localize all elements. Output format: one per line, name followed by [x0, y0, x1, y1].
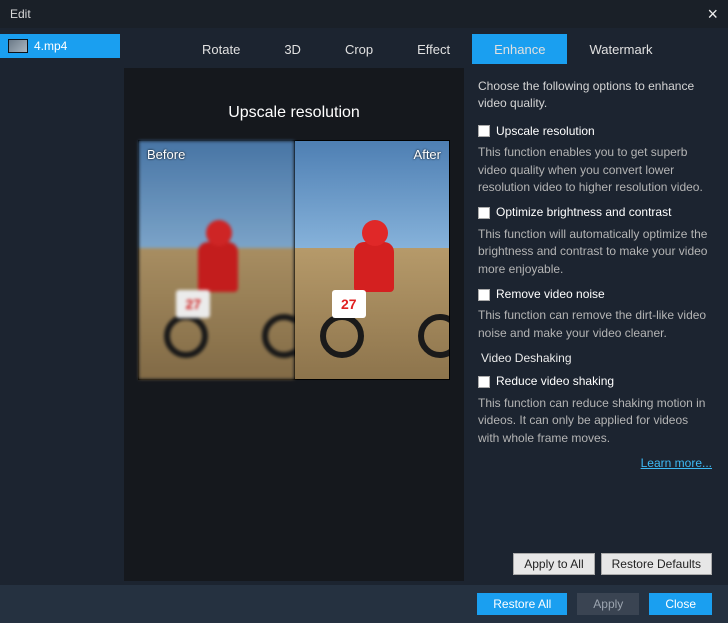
checkbox-icon[interactable]	[478, 207, 490, 219]
close-button[interactable]: Close	[649, 593, 712, 615]
option-label: Remove video noise	[496, 286, 605, 303]
panel-intro: Choose the following options to enhance …	[478, 78, 712, 113]
file-name: 4.mp4	[34, 39, 67, 53]
option-desc: This function can reduce shaking motion …	[478, 395, 712, 447]
workspace: Upscale resolution 27	[120, 64, 728, 585]
tab-crop[interactable]: Crop	[323, 34, 395, 64]
apply-button[interactable]: Apply	[577, 593, 639, 615]
restore-all-button[interactable]: Restore All	[477, 593, 567, 615]
tab-watermark[interactable]: Watermark	[567, 34, 674, 64]
option-desc: This function will automatically optimiz…	[478, 226, 712, 278]
compare-box: 27 27 Before After	[138, 140, 450, 380]
close-icon[interactable]: ×	[707, 5, 718, 23]
option-label: Reduce video shaking	[496, 373, 614, 390]
learn-more-row: Learn more...	[478, 455, 712, 472]
restore-defaults-button[interactable]: Restore Defaults	[601, 553, 712, 575]
tab-3d[interactable]: 3D	[262, 34, 323, 64]
panel-buttons: Apply to All Restore Defaults	[513, 553, 712, 575]
tab-rotate[interactable]: Rotate	[180, 34, 262, 64]
tabs: Rotate 3D Crop Effect Enhance Watermark	[120, 34, 728, 64]
main: Rotate 3D Crop Effect Enhance Watermark …	[120, 28, 728, 585]
before-label: Before	[147, 147, 185, 162]
option-denoise[interactable]: Remove video noise	[478, 286, 712, 303]
checkbox-icon[interactable]	[478, 125, 490, 137]
tab-enhance[interactable]: Enhance	[472, 34, 567, 64]
checkbox-icon[interactable]	[478, 376, 490, 388]
preview-after: 27	[295, 141, 450, 379]
titlebar: Edit ×	[0, 0, 728, 28]
option-brightness[interactable]: Optimize brightness and contrast	[478, 204, 712, 221]
checkbox-icon[interactable]	[478, 289, 490, 301]
file-pill[interactable]: 4.mp4	[0, 34, 120, 58]
deshaking-heading: Video Deshaking	[481, 350, 712, 367]
apply-to-all-button[interactable]: Apply to All	[513, 553, 594, 575]
option-desc: This function enables you to get superb …	[478, 144, 712, 196]
option-desc: This function can remove the dirt-like v…	[478, 307, 712, 342]
preview: Upscale resolution 27	[124, 68, 464, 581]
option-upscale[interactable]: Upscale resolution	[478, 123, 712, 140]
tab-effect[interactable]: Effect	[395, 34, 472, 64]
option-label: Upscale resolution	[496, 123, 595, 140]
after-label: After	[414, 147, 441, 162]
learn-more-link[interactable]: Learn more...	[641, 456, 712, 470]
content: 4.mp4 Rotate 3D Crop Effect Enhance Wate…	[0, 28, 728, 585]
option-label: Optimize brightness and contrast	[496, 204, 671, 221]
option-deshake[interactable]: Reduce video shaking	[478, 373, 712, 390]
footer: Restore All Apply Close	[0, 585, 728, 623]
sidebar: 4.mp4	[0, 28, 120, 585]
window-title: Edit	[10, 7, 31, 21]
options-panel: Choose the following options to enhance …	[464, 64, 728, 585]
preview-title: Upscale resolution	[138, 104, 450, 122]
file-thumbnail	[8, 39, 28, 53]
preview-before: 27	[139, 141, 294, 379]
